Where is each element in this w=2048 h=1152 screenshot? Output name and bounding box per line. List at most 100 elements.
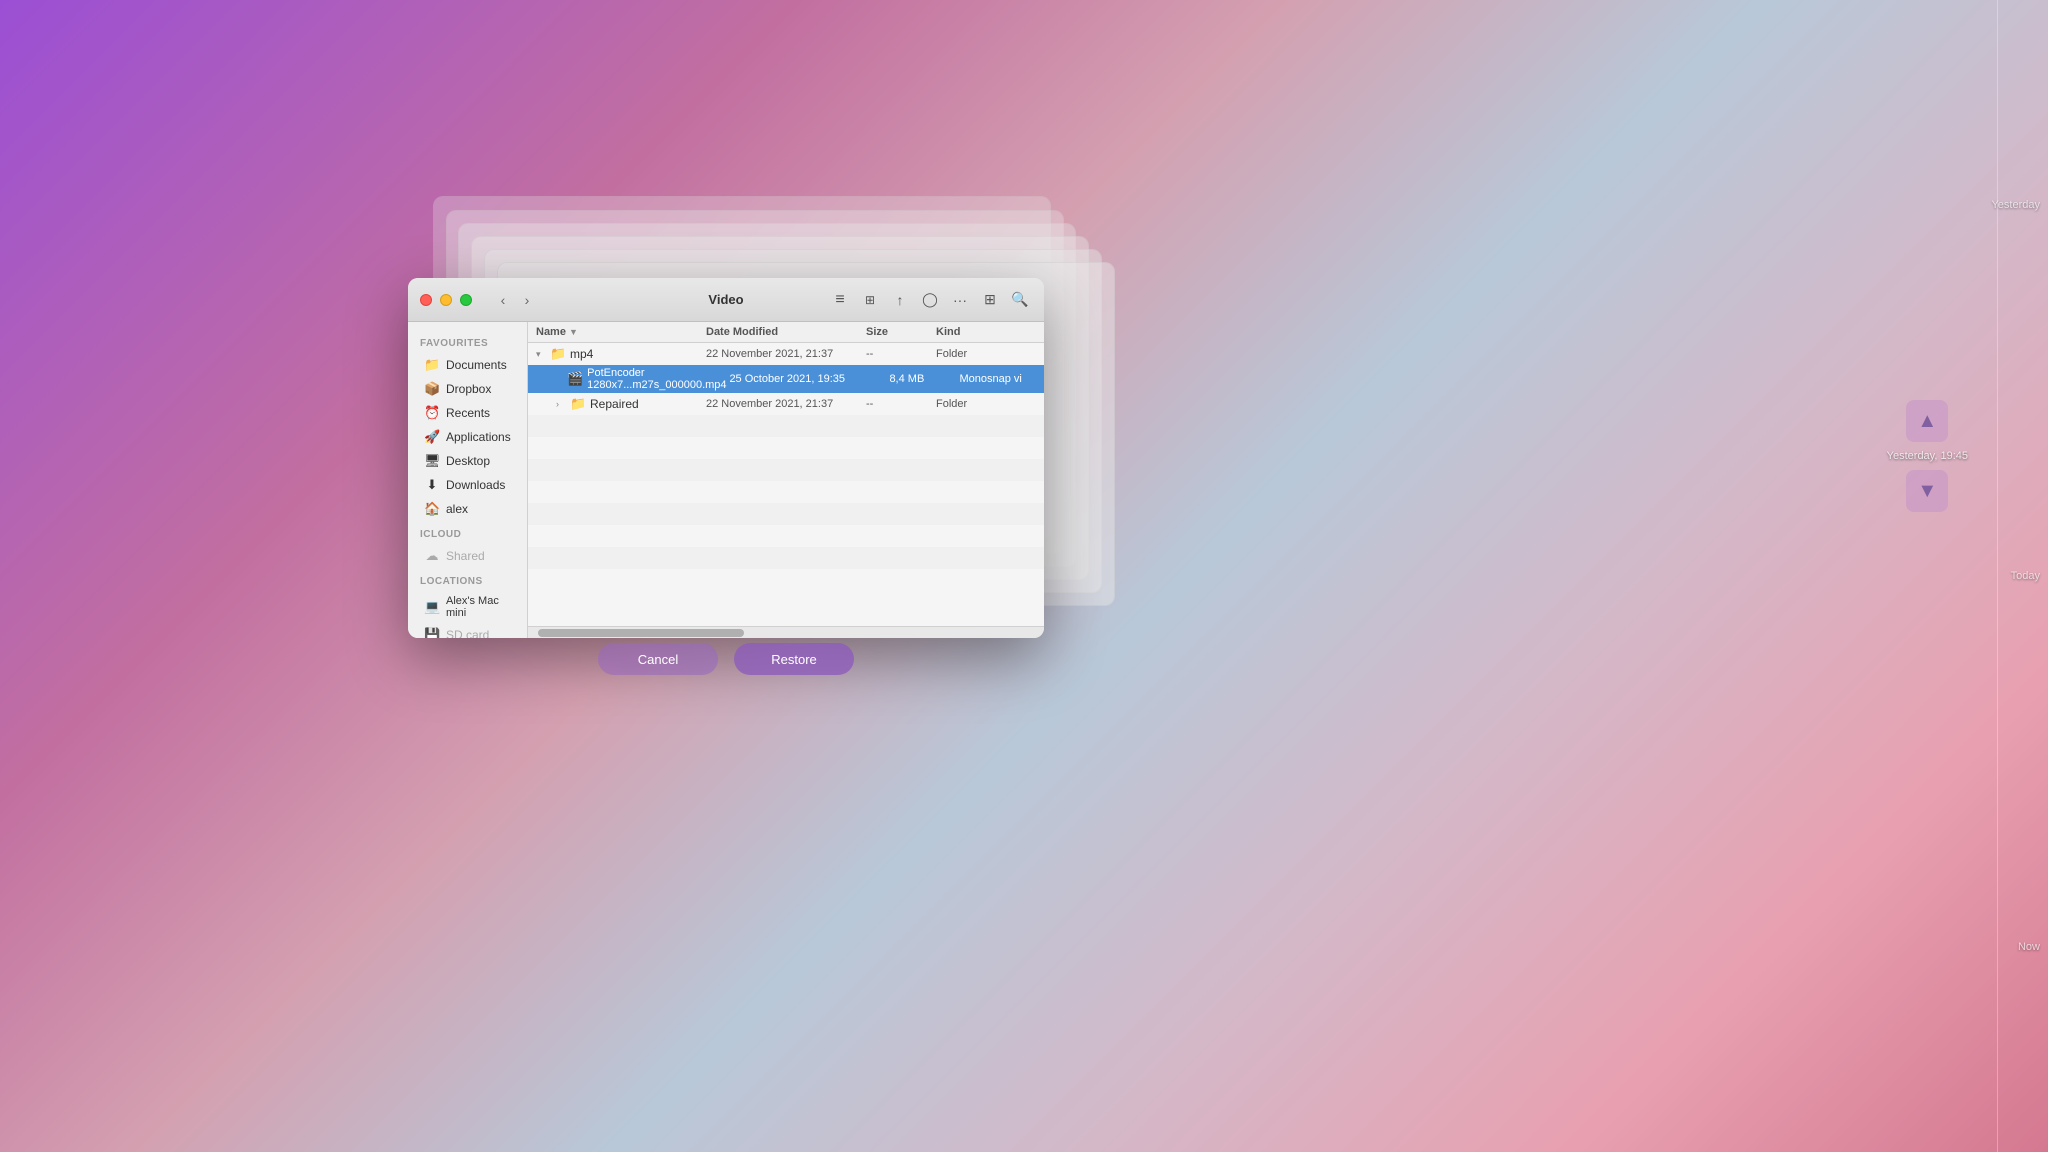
col-name[interactable]: Name ▼ (536, 326, 706, 338)
favourites-label: Favourites (408, 330, 527, 353)
sidebar-item-dropbox[interactable]: 📦 Dropbox (412, 377, 523, 401)
col-date[interactable]: Date Modified (706, 326, 866, 338)
sidebar-item-sdcard[interactable]: 💾 SD card (412, 623, 523, 638)
col-size[interactable]: Size (866, 326, 936, 338)
sidebar-item-macmini[interactable]: 💻 Alex's Mac mini (412, 591, 523, 623)
timeline-label-now: Now (2018, 941, 2040, 953)
video-icon: 🎬 (567, 371, 583, 387)
file-date: 22 November 2021, 21:37 (706, 398, 866, 410)
timeline-line (1997, 0, 1998, 1152)
search-button[interactable]: 🔍 (1008, 288, 1032, 312)
recents-icon: ⏰ (424, 405, 440, 421)
table-row[interactable]: ▾ 📁 mp4 22 November 2021, 21:37 -- Folde… (528, 343, 1044, 365)
sidebar-item-label: SD card (446, 628, 489, 638)
file-name-cell: › 📁 Repaired (536, 396, 706, 412)
action-button[interactable]: ··· (948, 288, 972, 312)
window-title: Video (708, 292, 743, 307)
restore-button[interactable]: Restore (734, 643, 854, 675)
timeline-label-yesterday: Yesterday (1991, 199, 2040, 211)
sidebar-item-label: Applications (446, 430, 511, 444)
sidebar-item-label: Downloads (446, 478, 505, 492)
tm-controls: ▲ Yesterday, 19:45 ▼ (1887, 400, 1968, 512)
sidebar-item-recents[interactable]: ⏰ Recents (412, 401, 523, 425)
tm-up-button[interactable]: ▲ (1906, 400, 1948, 442)
sidebar-item-label: alex (446, 502, 468, 516)
empty-row (528, 481, 1044, 503)
empty-row (528, 437, 1044, 459)
folder-icon: 📁 (570, 396, 586, 412)
finder-window: ‹ › Video ≡ ⊞ ↑ ◯ ··· ⊞ 🔍 Favourites 📁 D… (408, 278, 1044, 638)
sort-arrow: ▼ (569, 327, 578, 337)
view-list-button[interactable]: ≡ (828, 288, 852, 312)
chevron-up-icon: ▲ (1917, 410, 1937, 433)
sidebar-item-downloads[interactable]: ⬇ Downloads (412, 473, 523, 497)
toolbar-icons: ≡ ⊞ ↑ ◯ ··· ⊞ 🔍 (828, 288, 1032, 312)
tm-down-button[interactable]: ▼ (1906, 470, 1948, 512)
timeline: Yesterday Today Now (1988, 0, 2048, 1152)
file-date: 25 October 2021, 19:35 (729, 373, 889, 385)
empty-row (528, 503, 1044, 525)
table-row[interactable]: › 📁 Repaired 22 November 2021, 21:37 -- … (528, 393, 1044, 415)
documents-icon: 📁 (424, 357, 440, 373)
sidebar-item-shared[interactable]: ☁ Shared (412, 544, 523, 568)
file-list: Name ▼ Date Modified Size Kind ▾ (528, 322, 1044, 638)
window-body: Favourites 📁 Documents 📦 Dropbox ⏰ Recen… (408, 322, 1044, 638)
macmini-icon: 💻 (424, 599, 440, 615)
file-name-cell: 🎬 PotEncoder 1280x7...m27s_000000.mp4 (536, 367, 729, 391)
file-name-cell: ▾ 📁 mp4 (536, 346, 706, 362)
share-button[interactable]: ↑ (888, 288, 912, 312)
expand-arrow: ▾ (536, 349, 546, 360)
sidebar-item-label: Documents (446, 358, 507, 372)
back-button[interactable]: ‹ (492, 289, 514, 311)
sidebar-item-desktop[interactable]: 🖥 Desktop (412, 449, 523, 473)
horizontal-scrollbar[interactable] (528, 626, 1044, 638)
file-date: 22 November 2021, 21:37 (706, 348, 866, 360)
file-size: 8,4 MB (889, 373, 959, 385)
empty-row (528, 569, 1044, 591)
col-kind[interactable]: Kind (936, 326, 1036, 338)
sidebar-item-label: Alex's Mac mini (446, 595, 511, 619)
icloud-label: iCloud (408, 521, 527, 544)
title-bar: ‹ › Video ≡ ⊞ ↑ ◯ ··· ⊞ 🔍 (408, 278, 1044, 322)
desktop-icon: 🖥 (424, 453, 440, 469)
minimize-button[interactable] (440, 294, 452, 306)
chevron-down-icon: ▼ (1917, 480, 1937, 503)
table-row[interactable]: 🎬 PotEncoder 1280x7...m27s_000000.mp4 25… (528, 365, 1044, 393)
empty-row (528, 415, 1044, 437)
sidebar-item-alex[interactable]: 🏠 alex (412, 497, 523, 521)
file-size: -- (866, 348, 936, 360)
dropbox-icon: 📦 (424, 381, 440, 397)
nav-arrows: ‹ › (492, 289, 538, 311)
empty-row (528, 525, 1044, 547)
sidebar-item-applications[interactable]: 🚀 Applications (412, 425, 523, 449)
applications-icon: 🚀 (424, 429, 440, 445)
tm-timestamp: Yesterday, 19:45 (1887, 450, 1968, 462)
sidebar-item-label: Recents (446, 406, 490, 420)
forward-button[interactable]: › (516, 289, 538, 311)
close-button[interactable] (420, 294, 432, 306)
sdcard-icon: 💾 (424, 627, 440, 638)
file-kind: Monosnap vi (959, 373, 1044, 385)
dialog-buttons: Cancel Restore (408, 643, 1044, 675)
timeline-label-today: Today (2011, 570, 2040, 582)
folder-icon: 📁 (550, 346, 566, 362)
sidebar-item-documents[interactable]: 📁 Documents (412, 353, 523, 377)
file-kind: Folder (936, 398, 1036, 410)
locations-label: Locations (408, 568, 527, 591)
file-size: -- (866, 398, 936, 410)
expand-arrow: › (556, 399, 566, 409)
alex-icon: 🏠 (424, 501, 440, 517)
file-kind: Folder (936, 348, 1036, 360)
scrollbar-thumb[interactable] (538, 629, 744, 637)
shared-icon: ☁ (424, 548, 440, 564)
tag-button[interactable]: ◯ (918, 288, 942, 312)
fullscreen-button[interactable] (460, 294, 472, 306)
sidebar-item-label: Shared (446, 549, 485, 563)
view-grid-button[interactable]: ⊞ (858, 288, 882, 312)
arrange-button[interactable]: ⊞ (978, 288, 1002, 312)
sidebar: Favourites 📁 Documents 📦 Dropbox ⏰ Recen… (408, 322, 528, 638)
downloads-icon: ⬇ (424, 477, 440, 493)
cancel-button[interactable]: Cancel (598, 643, 718, 675)
empty-row (528, 547, 1044, 569)
empty-row (528, 459, 1044, 481)
